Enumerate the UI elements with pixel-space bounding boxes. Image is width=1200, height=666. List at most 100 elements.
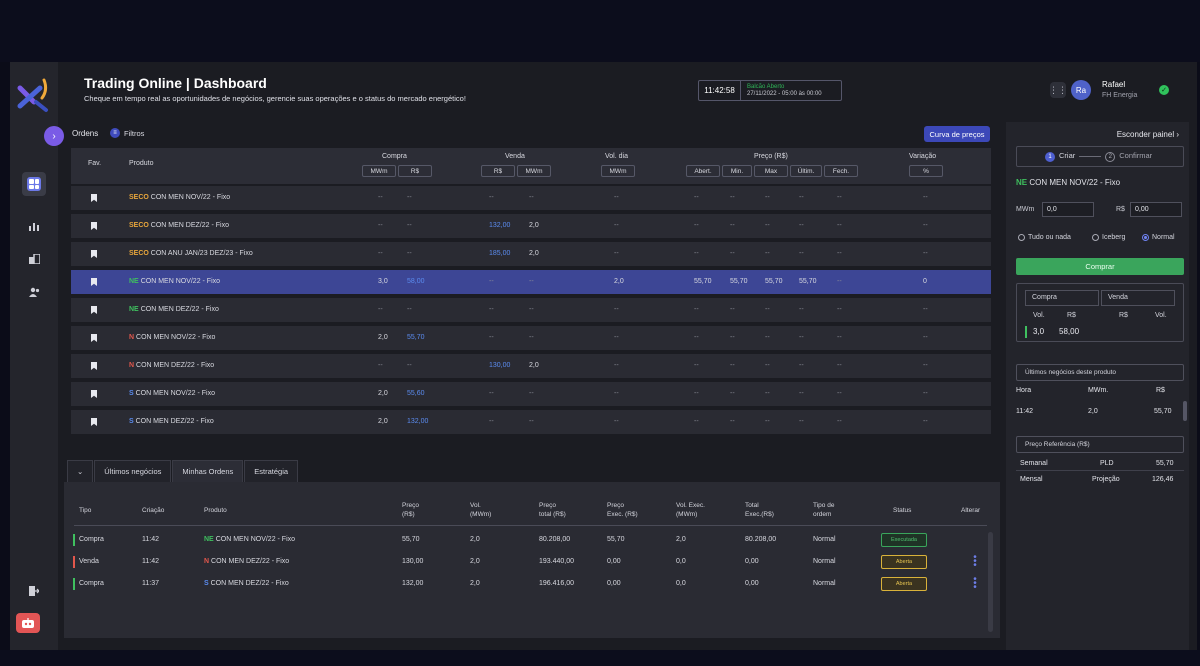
price-curve-button[interactable]: Curva de preços <box>924 126 990 142</box>
step-criar[interactable]: 1 Criar <box>1045 151 1075 162</box>
cell-total-exec: 0,00 <box>745 558 759 565</box>
product-name: CON MEN DEZ/22 - Fixo <box>210 580 289 587</box>
col-criacao: Criação <box>142 507 165 514</box>
product-region-tag: NE <box>1016 178 1028 187</box>
side-indicator <box>73 534 75 546</box>
avatar[interactable]: Ra <box>1071 80 1091 100</box>
bookmark-icon[interactable] <box>91 222 97 230</box>
side-indicator <box>73 578 75 590</box>
cell-compra-rs: -- <box>407 222 412 229</box>
table-row[interactable]: N CON MEN DEZ/22 - Fixo -- -- 130,00 2,0 -- --… <box>71 354 991 378</box>
hide-panel-button[interactable]: Esconder painel › <box>1117 130 1179 139</box>
logout-icon[interactable] <box>22 579 46 603</box>
header-max[interactable]: Max <box>754 165 788 177</box>
bookmark-icon[interactable] <box>91 278 97 286</box>
ref-divider <box>1016 470 1184 471</box>
product-name: CON MEN DEZ/22 - Fixo <box>136 362 215 369</box>
cell-venda-mwm: -- <box>529 334 534 341</box>
table-row[interactable]: N CON MEN NOV/22 - Fixo 2,0 55,70 -- -- -- -- -… <box>71 326 991 350</box>
book-sell-side[interactable]: Venda <box>1101 290 1175 306</box>
table-row[interactable]: Compra NE CON MEN NOV/22 - Fixo 11:42 55,70… <box>64 529 984 551</box>
header-variacao: Variação <box>909 153 937 160</box>
bookmark-icon[interactable] <box>91 194 97 202</box>
bot-icon[interactable] <box>16 613 40 633</box>
table-row[interactable]: NE CON MEN DEZ/22 - Fixo -- -- -- -- -- -- -- --… <box>71 298 991 322</box>
step-confirmar[interactable]: 2 Confirmar <box>1105 151 1152 162</box>
product-cell: S CON MEN NOV/22 - Fixo <box>129 382 215 406</box>
header-fech[interactable]: Fech. <box>824 165 858 177</box>
radio-label: Normal <box>1152 234 1175 241</box>
table-row[interactable]: SECO CON MEN NOV/22 - Fixo -- -- -- -- -- -- --… <box>71 186 991 210</box>
table-row[interactable]: Venda N CON MEN DEZ/22 - Fixo 11:42 130,00 2… <box>64 551 984 573</box>
radio-tudo-ou-nada[interactable]: Tudo ou nada <box>1018 234 1071 241</box>
cell-preco-total: 80.208,00 <box>539 536 571 543</box>
bookmark-icon[interactable] <box>91 334 97 342</box>
tab-ultimos-negocios[interactable]: Últimos negócios <box>94 460 172 482</box>
price-input[interactable]: 0,00 <box>1130 202 1182 217</box>
bookmark-icon[interactable] <box>91 250 97 258</box>
cell-ultimo: -- <box>799 390 804 397</box>
header-venda-rs[interactable]: R$ <box>481 165 515 177</box>
radio-iceberg[interactable]: Iceberg <box>1092 234 1125 241</box>
buy-button[interactable]: Comprar <box>1016 258 1184 275</box>
order-stepper: 1 Criar 2 Confirmar <box>1016 146 1184 167</box>
table-row[interactable]: SECO CON MEN DEZ/22 - Fixo -- -- 132,00 2,0 -… <box>71 214 991 238</box>
region-tag: SECO <box>129 194 149 201</box>
header-compra-mwm[interactable]: MWm <box>362 165 396 177</box>
col-alterar: Alterar <box>961 507 981 514</box>
bar-chart-icon[interactable] <box>22 214 46 238</box>
cell-compra-mwm: 2,0 <box>378 334 388 341</box>
ref-mensal-label: Mensal <box>1020 476 1043 483</box>
header-min[interactable]: Min. <box>722 165 752 177</box>
users-icon[interactable] <box>22 280 46 304</box>
mwm-input[interactable]: 0,0 <box>1042 202 1094 217</box>
header-ultim[interactable]: Últim. <box>790 165 822 177</box>
ref-pld-value: 55,70 <box>1156 460 1174 467</box>
book-header-vol-sell: Vol. <box>1155 312 1167 319</box>
apps-grid-icon[interactable]: ⋮⋮ <box>1049 82 1067 98</box>
bookmark-icon[interactable] <box>91 362 97 370</box>
more-options-icon[interactable]: • • • <box>972 575 978 593</box>
product-name: CON MEN NOV/22 - Fixo <box>150 194 231 201</box>
cell-total-exec: 0,00 <box>745 580 759 587</box>
cell-vol-exec: 2,0 <box>676 536 686 543</box>
table-row[interactable]: NE CON MEN NOV/22 - Fixo 3,0 58,00 -- -- 2,0 5… <box>71 270 991 294</box>
cell-tipo: Compra <box>79 580 104 587</box>
tab-minhas-ordens[interactable]: Minhas Ordens <box>172 460 244 482</box>
my-orders-scrollbar[interactable] <box>988 532 993 632</box>
cell-variacao: 0 <box>923 278 927 285</box>
filters-button[interactable]: ≡ Filtros <box>110 128 144 138</box>
bookmark-icon[interactable] <box>91 306 97 314</box>
cell-venda-mwm: 2,0 <box>529 362 539 369</box>
table-row[interactable]: S CON MEN NOV/22 - Fixo 2,0 55,60 -- -- -- -- -… <box>71 382 991 406</box>
building-icon[interactable] <box>22 247 46 271</box>
radio-normal[interactable]: Normal <box>1142 234 1175 241</box>
header-venda-mwm[interactable]: MWm <box>517 165 551 177</box>
table-row[interactable]: SECO CON ANU JAN/23 DEZ/23 - Fixo -- -- 185… <box>71 242 991 266</box>
cell-maximo: 55,70 <box>765 278 783 285</box>
cell-compra-rs: 55,70 <box>407 334 425 341</box>
sidebar-expand-button[interactable]: › <box>44 126 64 146</box>
more-options-icon[interactable]: • • • <box>972 553 978 571</box>
header-vol-mwm[interactable]: MWm <box>601 165 635 177</box>
dashboard-icon[interactable] <box>22 172 46 196</box>
tab-estrategia[interactable]: Estratégia <box>244 460 299 482</box>
cell-venda-mwm: 2,0 <box>529 250 539 257</box>
session-info: Balcão Aberto 27/11/2022 - 05:00 às 00:0… <box>741 84 822 97</box>
bookmark-icon[interactable] <box>91 390 97 398</box>
book-buy-side[interactable]: Compra <box>1025 290 1099 306</box>
table-row[interactable]: Compra S CON MEN DEZ/22 - Fixo 11:37 132,00… <box>64 573 984 595</box>
cell-fechamento: -- <box>837 306 842 313</box>
cell-compra-mwm: -- <box>378 362 383 369</box>
bookmark-icon[interactable] <box>91 418 97 426</box>
header-pct[interactable]: % <box>909 165 943 177</box>
table-row[interactable]: S CON MEN DEZ/22 - Fixo 2,0 132,00 -- -- -- --… <box>71 410 991 434</box>
cell-variacao: -- <box>923 418 928 425</box>
ref-semanal-label: Semanal <box>1020 460 1048 467</box>
clock: 11:42:58 <box>699 81 741 100</box>
header-compra-rs[interactable]: R$ <box>398 165 432 177</box>
cell-venda-rs: -- <box>489 334 494 341</box>
last-trades-scrollbar[interactable] <box>1183 401 1187 421</box>
header-abert[interactable]: Abert. <box>686 165 720 177</box>
tab-collapse[interactable]: ⌄ <box>67 460 94 482</box>
